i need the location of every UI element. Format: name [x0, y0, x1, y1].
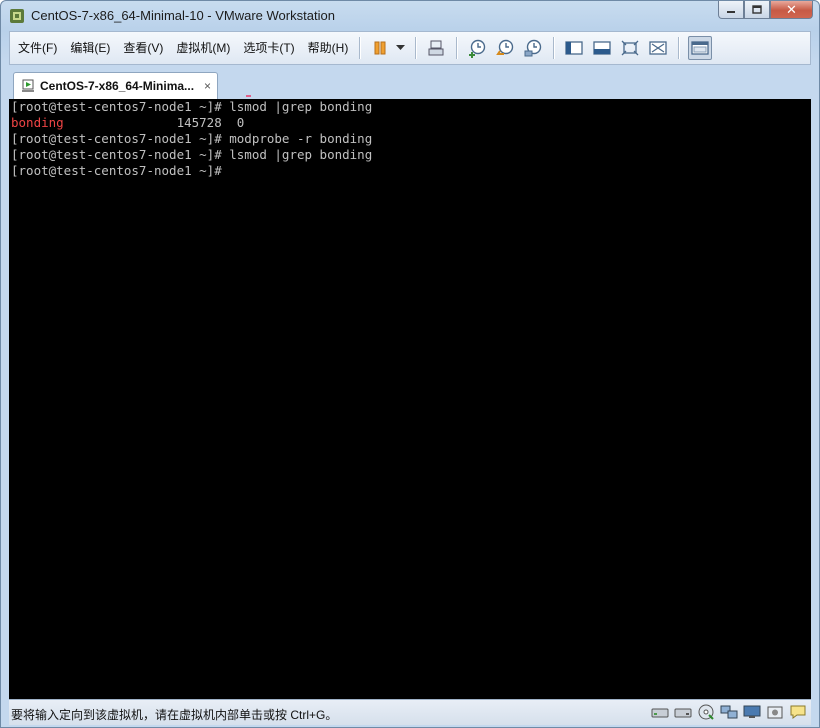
snapshot-manager-icon [524, 39, 542, 57]
vm-console[interactable]: [root@test-centos7-node1 ~]# lsmod |grep… [9, 99, 811, 699]
console-line: bonding 145728 0 [11, 115, 811, 131]
thumbnail-bar-icon [691, 41, 709, 55]
dropdown-arrow-icon [395, 45, 405, 50]
menu-tabs[interactable]: 选项卡(T) [238, 37, 299, 59]
tab-centos-vm[interactable]: CentOS-7-x86_64-Minima... × [13, 72, 218, 99]
unity-button[interactable] [647, 37, 669, 59]
menu-vm[interactable]: 虚拟机(M) [171, 37, 235, 59]
console-line: [root@test-centos7-node1 ~]# lsmod |grep… [11, 99, 373, 114]
module-info: 145728 0 [63, 115, 245, 130]
window-title: CentOS-7-x86_64-Minimal-10 - VMware Work… [31, 8, 335, 23]
thumbnail-bar-button[interactable] [688, 36, 713, 60]
close-icon: ✕ [786, 1, 797, 17]
menu-edit[interactable]: 编辑(E) [65, 37, 115, 59]
vm-running-icon [22, 79, 34, 92]
vmware-window: CentOS-7-x86_64-Minimal-10 - VMware Work… [0, 0, 820, 728]
toolbar-separator [678, 37, 680, 59]
snapshot-revert-icon [496, 39, 514, 55]
status-message: 要将输入定向到该虚拟机，请在虚拟机内部单击或按 Ctrl+G。 [11, 708, 338, 722]
message-icon[interactable] [789, 704, 807, 720]
console-line: [root@test-centos7-node1 ~]# [11, 163, 230, 178]
network-adapter-icon[interactable] [674, 704, 692, 720]
console-line: [root@test-centos7-node1 ~]# modprobe -r… [11, 131, 373, 146]
power-dropdown-button[interactable] [394, 37, 406, 59]
toolbar-separator [456, 37, 458, 59]
maximize-button[interactable] [744, 1, 770, 19]
minimize-button[interactable] [718, 1, 744, 19]
maximize-icon [752, 5, 762, 14]
fullscreen-button[interactable] [619, 37, 641, 59]
send-ctrl-alt-del-button[interactable] [425, 37, 447, 59]
usb-network-icon[interactable] [720, 704, 738, 720]
pause-button[interactable] [369, 37, 391, 59]
tab-close-icon[interactable]: × [204, 79, 211, 93]
unity-icon [649, 41, 667, 55]
revert-snapshot-button[interactable] [494, 37, 516, 59]
title-bar[interactable]: CentOS-7-x86_64-Minimal-10 - VMware Work… [1, 1, 819, 31]
console-line: [root@test-centos7-node1 ~]# lsmod |grep… [11, 147, 373, 162]
quick-switch-button[interactable] [591, 37, 613, 59]
cd-drive-icon[interactable] [697, 704, 715, 720]
display-icon[interactable] [743, 704, 761, 720]
toolbar-separator [553, 37, 555, 59]
snapshot-manager-button[interactable] [522, 37, 544, 59]
vm-tab-strip: CentOS-7-x86_64-Minima... × [9, 65, 811, 99]
close-button[interactable]: ✕ [770, 1, 813, 19]
console-view-icon [565, 41, 583, 55]
pause-icon [374, 41, 386, 55]
sound-icon[interactable] [766, 704, 784, 720]
menu-help[interactable]: 帮助(H) [303, 37, 354, 59]
menu-file[interactable]: 文件(F) [13, 37, 62, 59]
quick-switch-icon [593, 41, 611, 55]
cursor-marker [246, 95, 251, 97]
tab-label: CentOS-7-x86_64-Minima... [40, 79, 195, 93]
menu-view[interactable]: 查看(V) [118, 37, 168, 59]
hard-disk-icon[interactable] [651, 704, 669, 720]
minimize-icon [727, 10, 735, 13]
caption-buttons: ✕ [718, 1, 813, 21]
toolbar-separator [359, 37, 361, 59]
toolbar-separator [415, 37, 417, 59]
vmware-app-icon [10, 9, 24, 23]
console-view-button[interactable] [563, 37, 585, 59]
send-ctrl-alt-del-icon [428, 40, 444, 56]
device-icons [646, 704, 807, 720]
status-bar: 要将输入定向到该虚拟机，请在虚拟机内部单击或按 Ctrl+G。 [9, 699, 811, 725]
menu-toolbar: 文件(F) 编辑(E) 查看(V) 虚拟机(M) 选项卡(T) 帮助(H) [9, 31, 811, 65]
snapshot-take-icon [469, 39, 486, 58]
module-name: bonding [11, 115, 64, 130]
take-snapshot-button[interactable] [466, 37, 488, 59]
fullscreen-icon [621, 40, 639, 56]
